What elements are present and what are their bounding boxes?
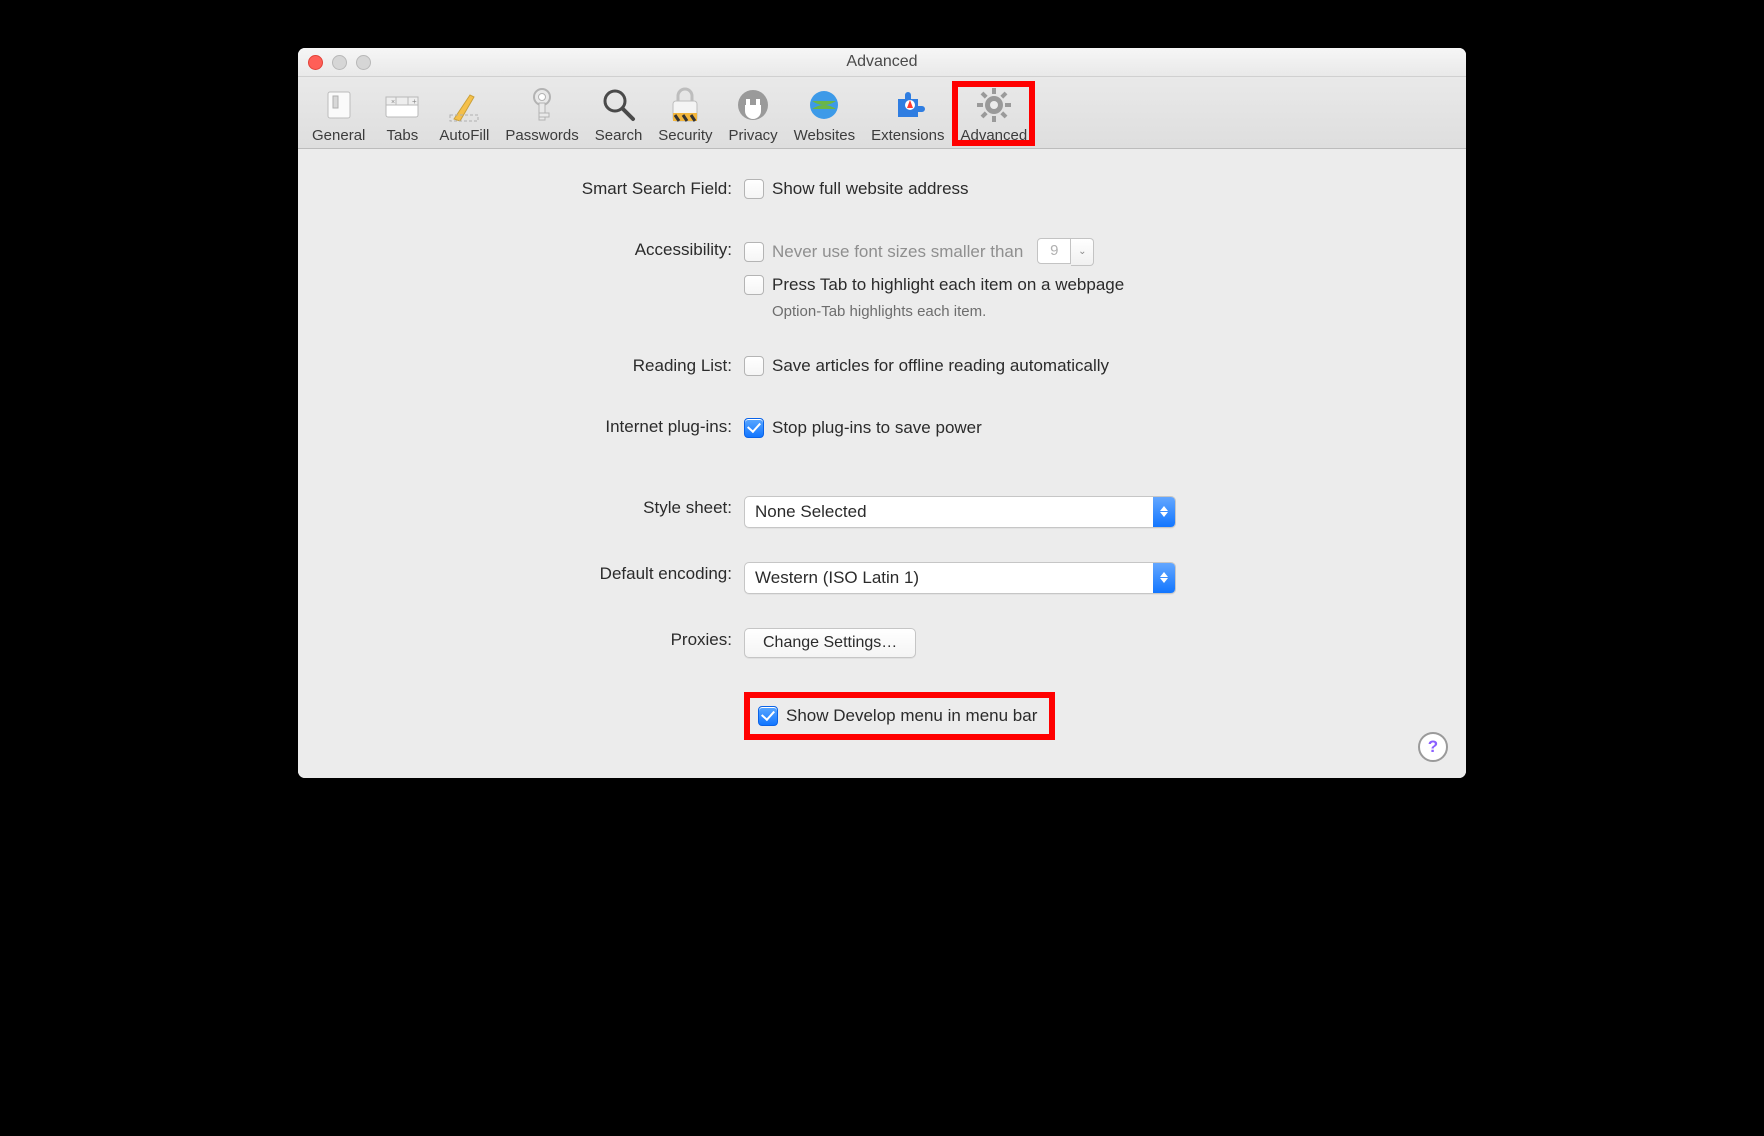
row-reading-list: Reading List: Save articles for offline … xyxy=(332,354,1432,381)
help-button[interactable]: ? xyxy=(1418,732,1448,762)
tab-autofill[interactable]: AutoFill xyxy=(431,81,497,146)
row-develop-menu: Show Develop menu in menu bar xyxy=(332,692,1432,740)
min-font-stepper[interactable]: 9 ⌄ xyxy=(1037,238,1094,266)
label-default-encoding: Default encoding: xyxy=(332,562,744,584)
window-title: Advanced xyxy=(846,53,917,70)
tab-extensions[interactable]: Extensions xyxy=(863,81,952,146)
checkbox-offline-reading[interactable]: Save articles for offline reading automa… xyxy=(744,354,1109,378)
tabs-icon: ×+ xyxy=(381,84,423,126)
tab-label: Tabs xyxy=(387,127,419,144)
tab-passwords[interactable]: Passwords xyxy=(497,81,586,146)
autofill-icon xyxy=(443,84,485,126)
row-proxies: Proxies: Change Settings… xyxy=(332,628,1432,658)
button-change-proxy-settings[interactable]: Change Settings… xyxy=(744,628,916,658)
checkbox-box xyxy=(744,356,764,376)
tab-label: Extensions xyxy=(871,127,944,144)
passwords-icon xyxy=(521,84,563,126)
advanced-gear-icon xyxy=(973,84,1015,126)
tab-label: Websites xyxy=(794,127,855,144)
checkbox-box xyxy=(744,179,764,199)
select-value: Western (ISO Latin 1) xyxy=(755,568,919,588)
svg-text:+: + xyxy=(412,97,417,106)
label-reading-list: Reading List: xyxy=(332,354,744,376)
select-value: None Selected xyxy=(755,502,867,522)
checkbox-show-develop-menu[interactable]: Show Develop menu in menu bar xyxy=(758,704,1037,728)
label-smart-search: Smart Search Field: xyxy=(332,177,744,199)
window-controls xyxy=(308,55,371,70)
select-arrows-icon xyxy=(1153,563,1175,593)
websites-icon xyxy=(803,84,845,126)
checkbox-box xyxy=(758,706,778,726)
tab-general[interactable]: General xyxy=(304,81,373,146)
checkbox-box xyxy=(744,418,764,438)
annotation-highlight: Show Develop menu in menu bar xyxy=(744,692,1055,740)
checkbox-show-full-url[interactable]: Show full website address xyxy=(744,177,969,201)
tab-label: Security xyxy=(658,127,712,144)
checkbox-text: Never use font sizes smaller than xyxy=(772,240,1023,264)
tab-tabs[interactable]: ×+ Tabs xyxy=(373,81,431,146)
advanced-pane: Smart Search Field: Show full website ad… xyxy=(298,149,1466,778)
row-accessibility: Accessibility: Never use font sizes smal… xyxy=(332,238,1432,320)
checkbox-box xyxy=(744,275,764,295)
row-style-sheet: Style sheet: None Selected xyxy=(332,496,1432,528)
tab-websites[interactable]: Websites xyxy=(786,81,863,146)
search-icon xyxy=(598,84,640,126)
note-option-tab: Option-Tab highlights each item. xyxy=(772,303,1432,320)
tab-label: General xyxy=(312,127,365,144)
tab-advanced[interactable]: Advanced xyxy=(952,81,1035,146)
tab-label: Passwords xyxy=(505,127,578,144)
select-arrows-icon xyxy=(1153,497,1175,527)
preferences-window: Advanced General ×+ Tabs AutoFill Pa xyxy=(298,48,1466,778)
checkbox-box xyxy=(744,242,764,262)
select-style-sheet[interactable]: None Selected xyxy=(744,496,1176,528)
checkbox-text: Show full website address xyxy=(772,177,969,201)
checkbox-tab-highlight[interactable]: Press Tab to highlight each item on a we… xyxy=(744,273,1124,297)
titlebar: Advanced xyxy=(298,48,1466,77)
label-accessibility: Accessibility: xyxy=(332,238,744,260)
row-plugins: Internet plug-ins: Stop plug-ins to save… xyxy=(332,415,1432,440)
tab-privacy[interactable]: Privacy xyxy=(720,81,785,146)
checkbox-text: Stop plug-ins to save power xyxy=(772,416,982,440)
tab-label: Privacy xyxy=(728,127,777,144)
tab-search[interactable]: Search xyxy=(587,81,651,146)
label-plugins: Internet plug-ins: xyxy=(332,415,744,437)
tab-label: AutoFill xyxy=(439,127,489,144)
checkbox-min-font-size[interactable]: Never use font sizes smaller than 9 ⌄ xyxy=(744,238,1094,266)
minimize-window-button[interactable] xyxy=(332,55,347,70)
row-default-encoding: Default encoding: Western (ISO Latin 1) xyxy=(332,562,1432,594)
preferences-toolbar: General ×+ Tabs AutoFill Passwords Searc… xyxy=(298,77,1466,149)
tab-security[interactable]: Security xyxy=(650,81,720,146)
tab-label: Advanced xyxy=(960,127,1027,144)
extensions-icon xyxy=(887,84,929,126)
close-window-button[interactable] xyxy=(308,55,323,70)
checkbox-text: Press Tab to highlight each item on a we… xyxy=(772,273,1124,297)
checkbox-stop-plugins[interactable]: Stop plug-ins to save power xyxy=(744,416,982,440)
select-default-encoding[interactable]: Western (ISO Latin 1) xyxy=(744,562,1176,594)
zoom-window-button[interactable] xyxy=(356,55,371,70)
privacy-icon xyxy=(732,84,774,126)
min-font-value: 9 xyxy=(1037,238,1071,264)
checkbox-text: Save articles for offline reading automa… xyxy=(772,354,1109,378)
label-proxies: Proxies: xyxy=(332,628,744,650)
security-icon xyxy=(664,84,706,126)
label-style-sheet: Style sheet: xyxy=(332,496,744,518)
checkbox-text: Show Develop menu in menu bar xyxy=(786,704,1037,728)
tab-label: Search xyxy=(595,127,643,144)
svg-text:×: × xyxy=(391,99,395,106)
row-smart-search: Smart Search Field: Show full website ad… xyxy=(332,177,1432,204)
general-icon xyxy=(318,84,360,126)
chevron-down-icon[interactable]: ⌄ xyxy=(1071,238,1094,266)
